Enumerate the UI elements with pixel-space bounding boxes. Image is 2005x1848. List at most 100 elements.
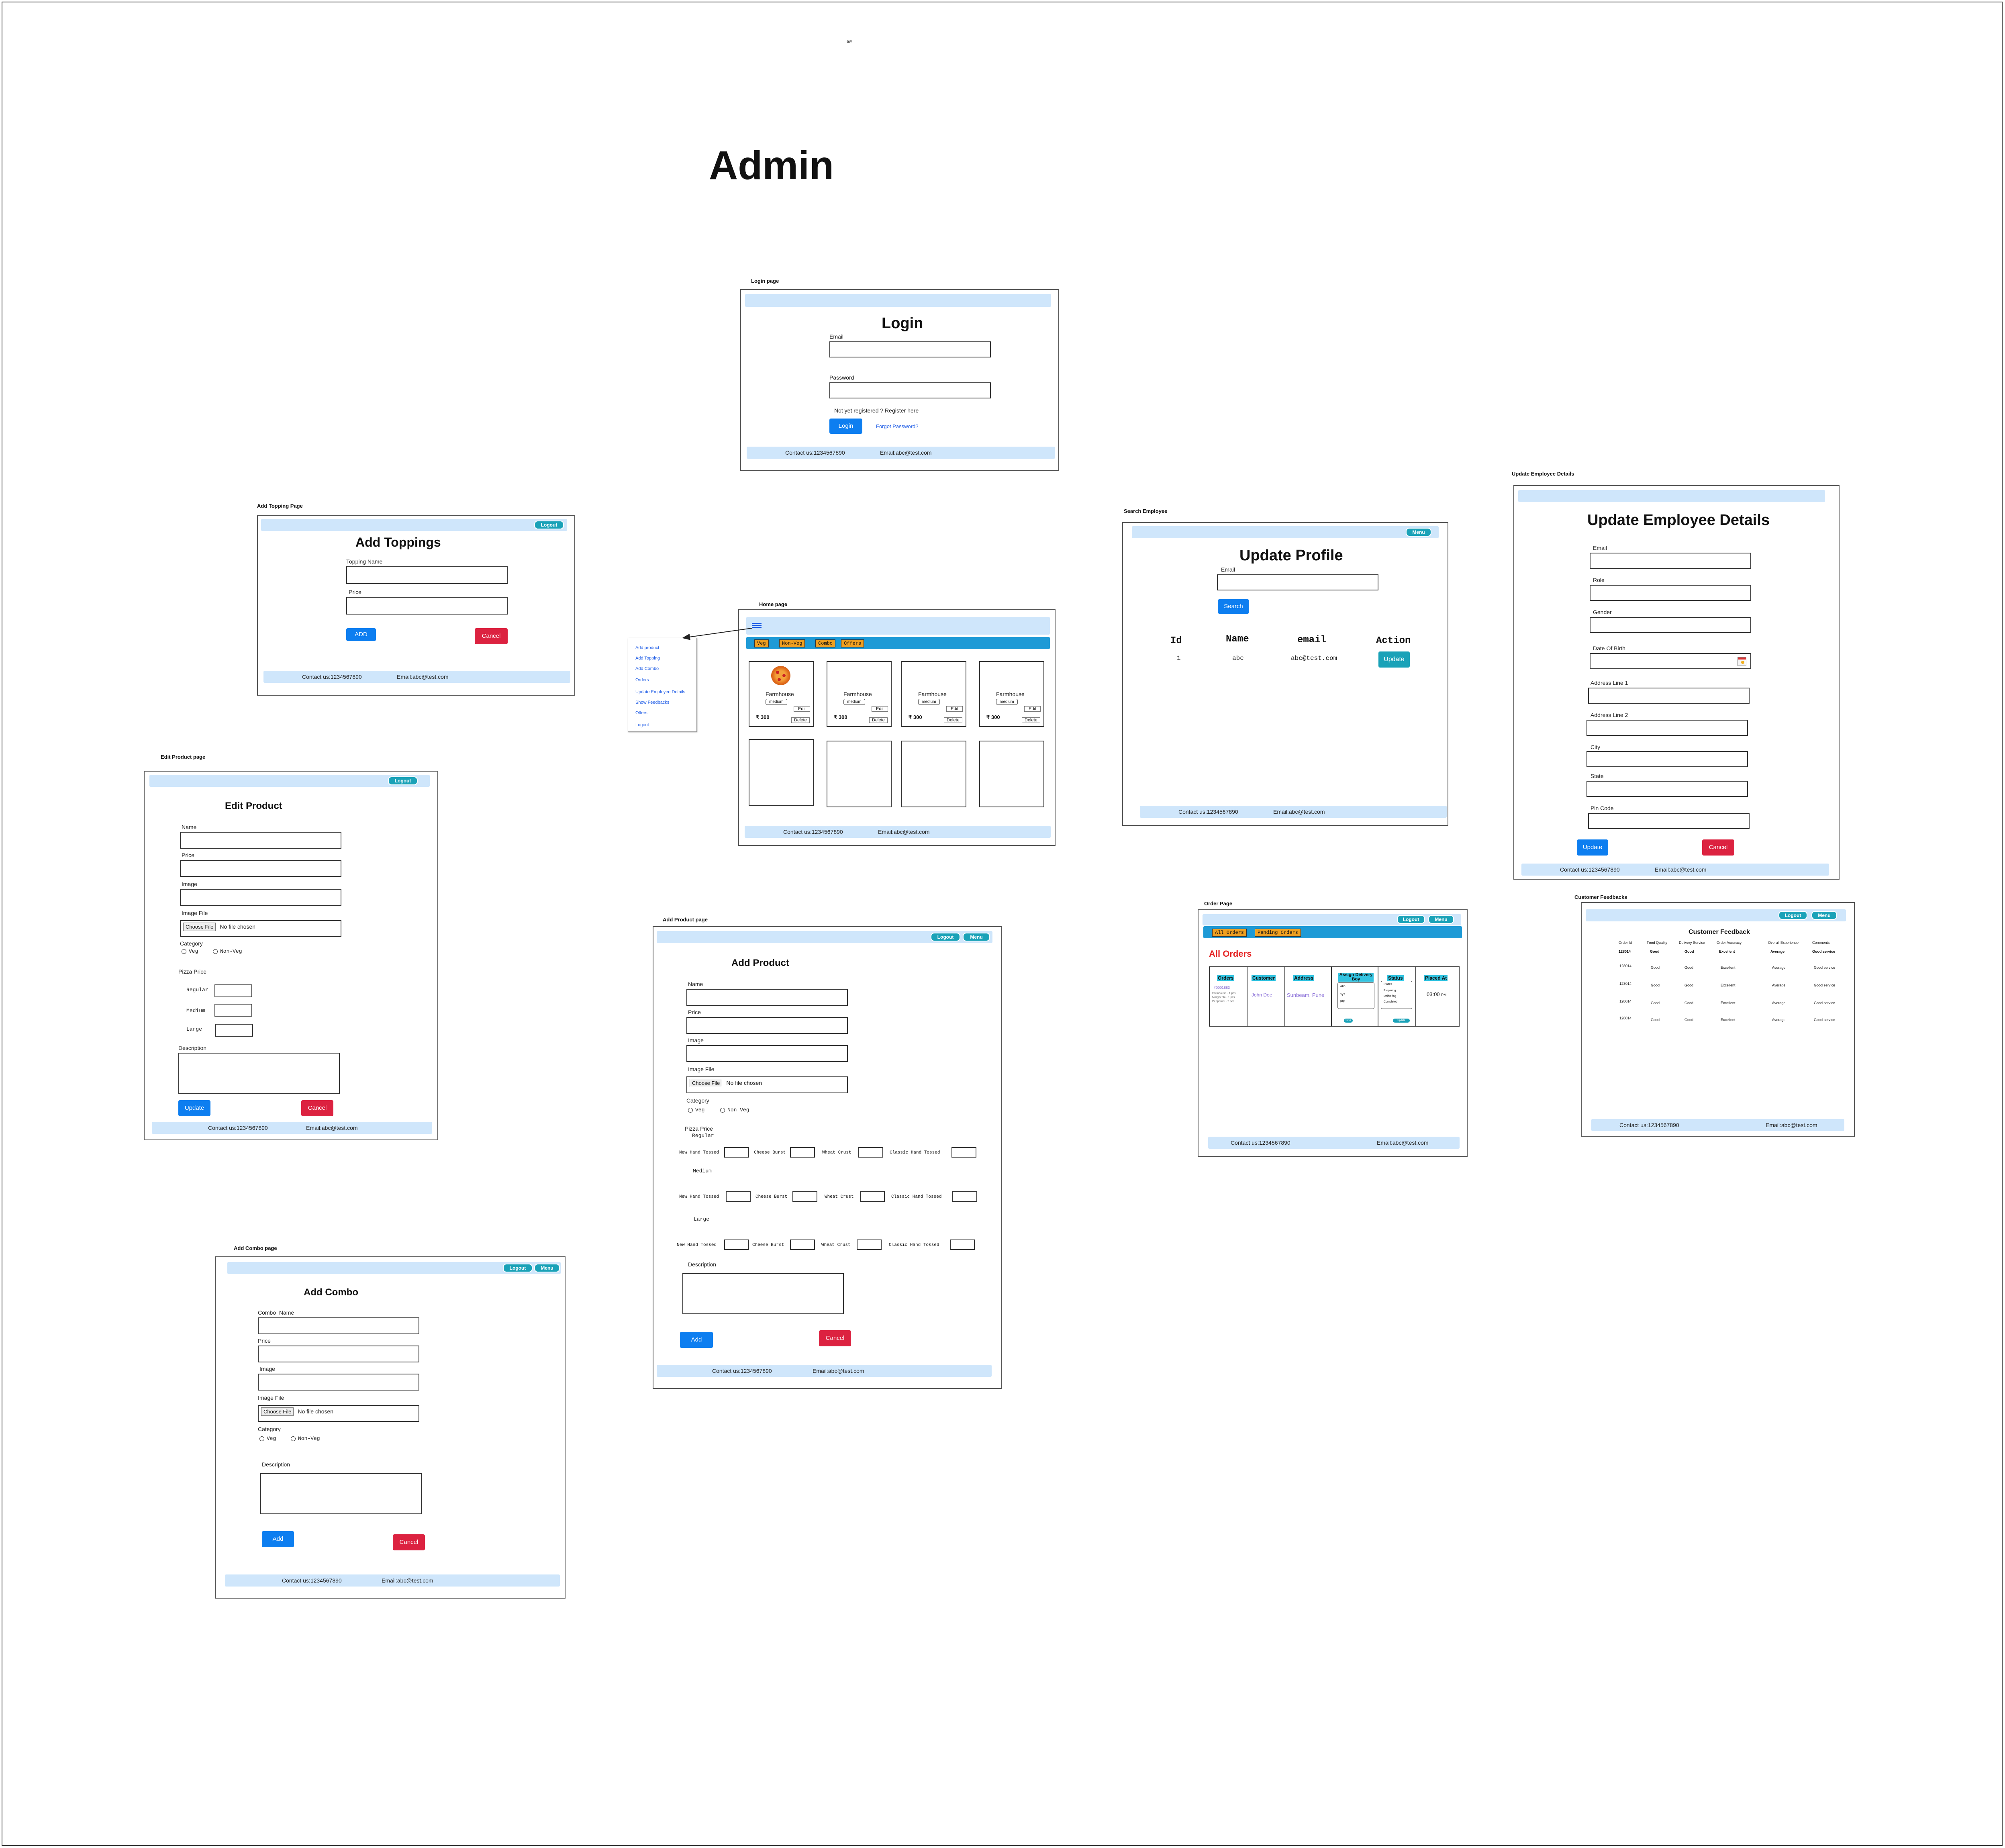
email-input[interactable] <box>1590 553 1751 569</box>
veg-radio[interactable]: Veg <box>688 1107 704 1113</box>
crust-price-input[interactable] <box>858 1147 883 1158</box>
menu-item-logout[interactable]: Logout <box>635 723 649 727</box>
logout-button[interactable]: Logout <box>1397 915 1425 924</box>
name-input[interactable] <box>180 832 341 849</box>
status-option[interactable]: Preparing <box>1384 989 1396 992</box>
price-input[interactable] <box>180 860 341 877</box>
search-button[interactable]: Search <box>1218 599 1249 614</box>
edit-button[interactable]: Edit <box>1024 706 1041 712</box>
delivery-option[interactable]: xyz <box>1340 992 1345 996</box>
crust-price-input[interactable] <box>790 1239 815 1250</box>
cancel-button[interactable]: Cancel <box>301 1100 333 1116</box>
status-select[interactable]: Placed Preparing Delivering Completed <box>1381 981 1412 1009</box>
size-select[interactable]: medium <box>918 699 940 705</box>
menu-button[interactable]: Menu <box>963 933 990 941</box>
combo-name-input[interactable] <box>258 1317 419 1334</box>
topping-name-input[interactable] <box>346 566 508 584</box>
tab-non-veg[interactable]: Non-Veg <box>779 639 805 647</box>
delete-button[interactable]: Delete <box>791 717 810 723</box>
size-select[interactable]: medium <box>843 699 865 705</box>
image-input[interactable] <box>686 1045 848 1062</box>
update-button[interactable]: Update <box>178 1100 210 1116</box>
non-veg-radio[interactable]: Non-Veg <box>720 1107 749 1113</box>
crust-price-input[interactable] <box>792 1191 817 1202</box>
menu-item-add-topping[interactable]: Add Topping <box>635 656 660 661</box>
logout-button[interactable]: Logout <box>388 776 418 785</box>
register-text[interactable]: Not yet registered ? Register here <box>834 407 919 414</box>
add-button[interactable]: Add <box>262 1531 294 1547</box>
size-select[interactable]: medium <box>996 699 1018 705</box>
veg-radio[interactable]: Veg <box>182 948 198 954</box>
menu-item-orders[interactable]: Orders <box>635 678 649 682</box>
tab-offers[interactable]: Offers <box>841 639 864 647</box>
menu-item-show-feedbacks[interactable]: Show Feedbacks <box>635 700 669 705</box>
menu-button[interactable]: Menu <box>1811 911 1837 920</box>
choose-file-button[interactable]: Choose File <box>261 1407 294 1416</box>
menu-item-offers[interactable]: Offers <box>635 711 647 715</box>
password-input[interactable] <box>829 382 991 398</box>
crust-price-input[interactable] <box>790 1147 815 1158</box>
image-file-input[interactable]: Choose File No file chosen <box>180 920 341 937</box>
status-option[interactable]: Placed <box>1384 983 1392 986</box>
status-update-button[interactable]: Update <box>1393 1019 1410 1023</box>
order-id[interactable]: #0001883 <box>1214 986 1230 990</box>
add-button[interactable]: Add <box>680 1332 713 1348</box>
tab-all-orders[interactable]: All Orders <box>1212 929 1247 937</box>
crust-price-input[interactable] <box>951 1147 976 1158</box>
description-textarea[interactable] <box>178 1053 340 1094</box>
name-input[interactable] <box>686 989 848 1006</box>
price-input[interactable] <box>686 1017 848 1034</box>
assign-save-button[interactable]: Save <box>1344 1019 1353 1023</box>
menu-button[interactable]: Menu <box>534 1264 560 1272</box>
regular-price-input[interactable] <box>214 984 252 997</box>
product-card[interactable]: Farmhouse medium Edit ₹ 300 Delete <box>749 661 814 727</box>
edit-button[interactable]: Edit <box>946 706 963 712</box>
size-select[interactable]: medium <box>766 699 787 705</box>
add-topping-button[interactable]: ADD <box>346 628 376 641</box>
image-file-input[interactable]: Choose File No file chosen <box>686 1076 848 1093</box>
description-textarea[interactable] <box>682 1273 844 1314</box>
cancel-button[interactable]: Cancel <box>475 628 508 644</box>
logout-button[interactable]: Logout <box>503 1264 533 1272</box>
dob-input[interactable] <box>1590 653 1751 669</box>
choose-file-button[interactable]: Choose File <box>690 1079 723 1087</box>
calendar-icon[interactable] <box>1738 657 1746 666</box>
logout-button[interactable]: Logout <box>534 521 564 529</box>
crust-price-input[interactable] <box>950 1239 975 1250</box>
delete-button[interactable]: Delete <box>1022 717 1040 723</box>
logout-button[interactable]: Logout <box>931 933 960 941</box>
cancel-button[interactable]: Cancel <box>393 1534 425 1550</box>
large-price-input[interactable] <box>215 1024 253 1037</box>
address-line-1-input[interactable] <box>1588 688 1750 704</box>
non-veg-radio[interactable]: Non-Veg <box>291 1436 320 1442</box>
address-line-2-input[interactable] <box>1586 720 1748 736</box>
menu-item-add-product[interactable]: Add product <box>635 645 659 650</box>
delivery-boy-select[interactable]: abc xyz pqr <box>1337 982 1374 1009</box>
tab-veg[interactable]: Veg <box>754 639 769 647</box>
email-input[interactable] <box>829 341 991 357</box>
combo-description-textarea[interactable] <box>260 1473 422 1514</box>
update-button[interactable]: Update <box>1577 839 1608 856</box>
product-card[interactable]: Farmhouse medium Edit ₹ 300 Delete <box>901 661 966 727</box>
menu-button[interactable]: Menu <box>1428 915 1454 924</box>
pincode-input[interactable] <box>1588 813 1750 829</box>
delivery-option[interactable]: pqr <box>1340 999 1345 1003</box>
delete-button[interactable]: Delete <box>944 717 962 723</box>
topping-price-input[interactable] <box>346 597 508 615</box>
cancel-button[interactable]: Cancel <box>819 1330 851 1346</box>
search-email-input[interactable] <box>1217 574 1378 590</box>
image-input[interactable] <box>180 889 341 906</box>
menu-item-add-combo[interactable]: Add Combo <box>635 666 659 671</box>
product-card[interactable]: Farmhouse medium Edit ₹ 300 Delete <box>979 661 1044 727</box>
logout-button[interactable]: Logout <box>1778 911 1807 920</box>
forgot-password-link[interactable]: Forgot Password? <box>876 423 919 429</box>
status-option[interactable]: Delivering <box>1384 995 1396 998</box>
tab-pending-orders[interactable]: Pending Orders <box>1255 929 1301 937</box>
update-button[interactable]: Update <box>1378 651 1410 668</box>
edit-button[interactable]: Edit <box>872 706 888 712</box>
crust-price-input[interactable] <box>952 1191 977 1202</box>
state-input[interactable] <box>1586 781 1748 797</box>
city-input[interactable] <box>1586 751 1748 767</box>
menu-item-update-employee[interactable]: Update Employee Details <box>635 690 685 694</box>
crust-price-input[interactable] <box>724 1239 749 1250</box>
